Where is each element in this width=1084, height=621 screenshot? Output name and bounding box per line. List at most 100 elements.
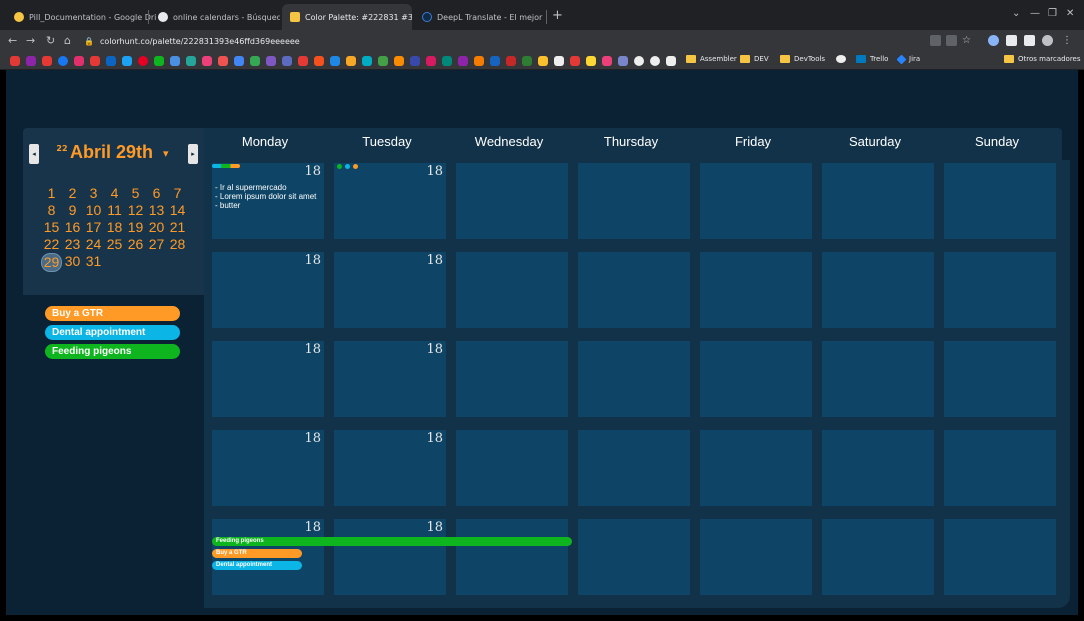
day-number[interactable]: 7 xyxy=(167,185,188,202)
day-today[interactable]: 29 xyxy=(41,253,62,272)
calendar-day-cell[interactable] xyxy=(456,341,568,417)
day-number[interactable]: 3 xyxy=(83,185,104,202)
bookmark-icon[interactable] xyxy=(410,56,420,66)
chevron-down-icon[interactable]: ▾ xyxy=(163,147,169,160)
home-icon[interactable]: ⌂ xyxy=(64,34,71,47)
day-number[interactable]: 1 xyxy=(41,185,62,202)
bookmark-icon[interactable] xyxy=(634,56,644,66)
bookmark-icon[interactable] xyxy=(314,56,324,66)
install-icon[interactable] xyxy=(946,35,957,46)
day-number[interactable]: 18 xyxy=(104,219,125,236)
bookmark-icon[interactable] xyxy=(506,56,516,66)
event-bar-feeding-pigeons[interactable]: Feeding pigeons xyxy=(212,537,572,546)
extension-icon[interactable] xyxy=(988,35,999,46)
calendar-day-cell[interactable] xyxy=(700,341,812,417)
address-bar[interactable]: 🔒 colorhunt.co/palette/222831393e46ffd36… xyxy=(84,33,904,49)
day-number[interactable]: 11 xyxy=(104,202,125,219)
calendar-day-cell[interactable] xyxy=(944,252,1056,328)
day-number[interactable]: 24 xyxy=(83,236,104,253)
bookmark-icon[interactable] xyxy=(618,56,628,66)
calendar-day-cell[interactable] xyxy=(578,341,690,417)
tab-deepl[interactable]: DeepL Translate - El mejor tradu ✕ xyxy=(414,4,544,30)
calendar-day-cell[interactable]: 18 xyxy=(334,341,446,417)
day-number[interactable]: 5 xyxy=(125,185,146,202)
calendar-day-cell[interactable] xyxy=(944,341,1056,417)
calendar-day-cell[interactable] xyxy=(700,252,812,328)
share-icon[interactable] xyxy=(930,35,941,46)
day-number[interactable]: 8 xyxy=(41,202,62,219)
event-bar-dental[interactable]: Dental appointment xyxy=(212,561,302,570)
calendar-day-cell[interactable] xyxy=(578,163,690,239)
bookmark-icon[interactable] xyxy=(10,56,20,66)
day-number[interactable]: 9 xyxy=(62,202,83,219)
bookmark-icon[interactable] xyxy=(282,56,292,66)
event-bar-buy-gtr[interactable]: Buy a GTR xyxy=(212,549,302,558)
bookmark-icon[interactable] xyxy=(186,56,196,66)
day-number[interactable]: 27 xyxy=(146,236,167,253)
day-number[interactable]: 20 xyxy=(146,219,167,236)
calendar-day-cell[interactable] xyxy=(822,430,934,506)
bookmark-icon[interactable] xyxy=(554,56,564,66)
bookmark-icon[interactable] xyxy=(602,56,612,66)
day-number[interactable]: 31 xyxy=(83,253,104,270)
bookmark-icon[interactable] xyxy=(42,56,52,66)
calendar-day-cell[interactable] xyxy=(822,341,934,417)
bookmark-icon[interactable] xyxy=(154,56,164,66)
puzzle-icon[interactable] xyxy=(1006,35,1017,46)
calendar-day-cell[interactable] xyxy=(822,252,934,328)
calendar-day-cell[interactable] xyxy=(944,430,1056,506)
day-number[interactable]: 10 xyxy=(83,202,104,219)
calendar-day-cell[interactable] xyxy=(456,252,568,328)
calendar-day-cell[interactable] xyxy=(578,430,690,506)
bookmark-icon[interactable] xyxy=(362,56,372,66)
youtube-icon[interactable] xyxy=(90,56,100,66)
linkedin-icon[interactable] xyxy=(106,56,116,66)
day-number[interactable]: 19 xyxy=(125,219,146,236)
bookmark-icon[interactable] xyxy=(234,56,244,66)
day-number[interactable]: 25 xyxy=(104,236,125,253)
twitter-icon[interactable] xyxy=(122,56,132,66)
bookmark-icon[interactable] xyxy=(202,56,212,66)
bookmark-icon[interactable] xyxy=(490,56,500,66)
calendar-day-cell[interactable]: 18 xyxy=(334,519,446,595)
day-number[interactable]: 21 xyxy=(167,219,188,236)
day-number[interactable]: 26 xyxy=(125,236,146,253)
bookmark-icon[interactable] xyxy=(522,56,532,66)
star-icon[interactable]: ☆ xyxy=(962,35,973,46)
calendar-day-cell[interactable] xyxy=(456,163,568,239)
bookmark-icon[interactable] xyxy=(346,56,356,66)
bookmark-icon[interactable] xyxy=(570,56,580,66)
calendar-day-cell[interactable] xyxy=(456,519,568,595)
calendar-day-cell[interactable]: 18 xyxy=(212,430,324,506)
calendar-day-cell[interactable]: 18 xyxy=(212,341,324,417)
calendar-day-cell[interactable] xyxy=(944,519,1056,595)
calendar-day-cell[interactable] xyxy=(456,430,568,506)
minimize-icon[interactable]: — xyxy=(1030,8,1040,19)
tab-color-palette[interactable]: Color Palette: #222831 #393E46 ✕ xyxy=(282,4,412,30)
new-tab-button[interactable]: + xyxy=(552,8,563,23)
day-number[interactable]: 14 xyxy=(167,202,188,219)
github-icon[interactable] xyxy=(650,56,660,66)
calendar-day-cell[interactable] xyxy=(822,519,934,595)
day-number[interactable]: 12 xyxy=(125,202,146,219)
day-number[interactable]: 2 xyxy=(62,185,83,202)
bookmark-icon[interactable] xyxy=(170,56,180,66)
close-window-icon[interactable]: ✕ xyxy=(1066,8,1074,19)
calendar-day-cell[interactable] xyxy=(578,519,690,595)
profile-avatar[interactable] xyxy=(1042,35,1053,46)
calendar-day-cell[interactable]: 18 xyxy=(334,430,446,506)
calendar-day-cell[interactable]: 18 xyxy=(212,252,324,328)
bookmark-folder-other[interactable]: Otros marcadores xyxy=(1004,55,1081,63)
instagram-icon[interactable] xyxy=(74,56,84,66)
bookmark-icon[interactable] xyxy=(586,56,596,66)
day-note[interactable]: - Ir al supermercado - Lorem ipsum dolor … xyxy=(215,183,320,210)
bookmark-jira[interactable]: Jira xyxy=(896,54,920,64)
bookmark-icon[interactable] xyxy=(26,56,36,66)
gmail-icon[interactable] xyxy=(218,56,228,66)
day-number[interactable]: 23 xyxy=(62,236,83,253)
back-arrow-icon[interactable]: ← xyxy=(8,34,17,47)
tab-online-calendars[interactable]: online calendars - Búsqueda de ✕ xyxy=(150,4,280,30)
pinterest-icon[interactable] xyxy=(138,56,148,66)
day-number[interactable]: 28 xyxy=(167,236,188,253)
tab-pill-documentation[interactable]: Pill_Documentation - Google Dri ✕ xyxy=(6,4,156,30)
